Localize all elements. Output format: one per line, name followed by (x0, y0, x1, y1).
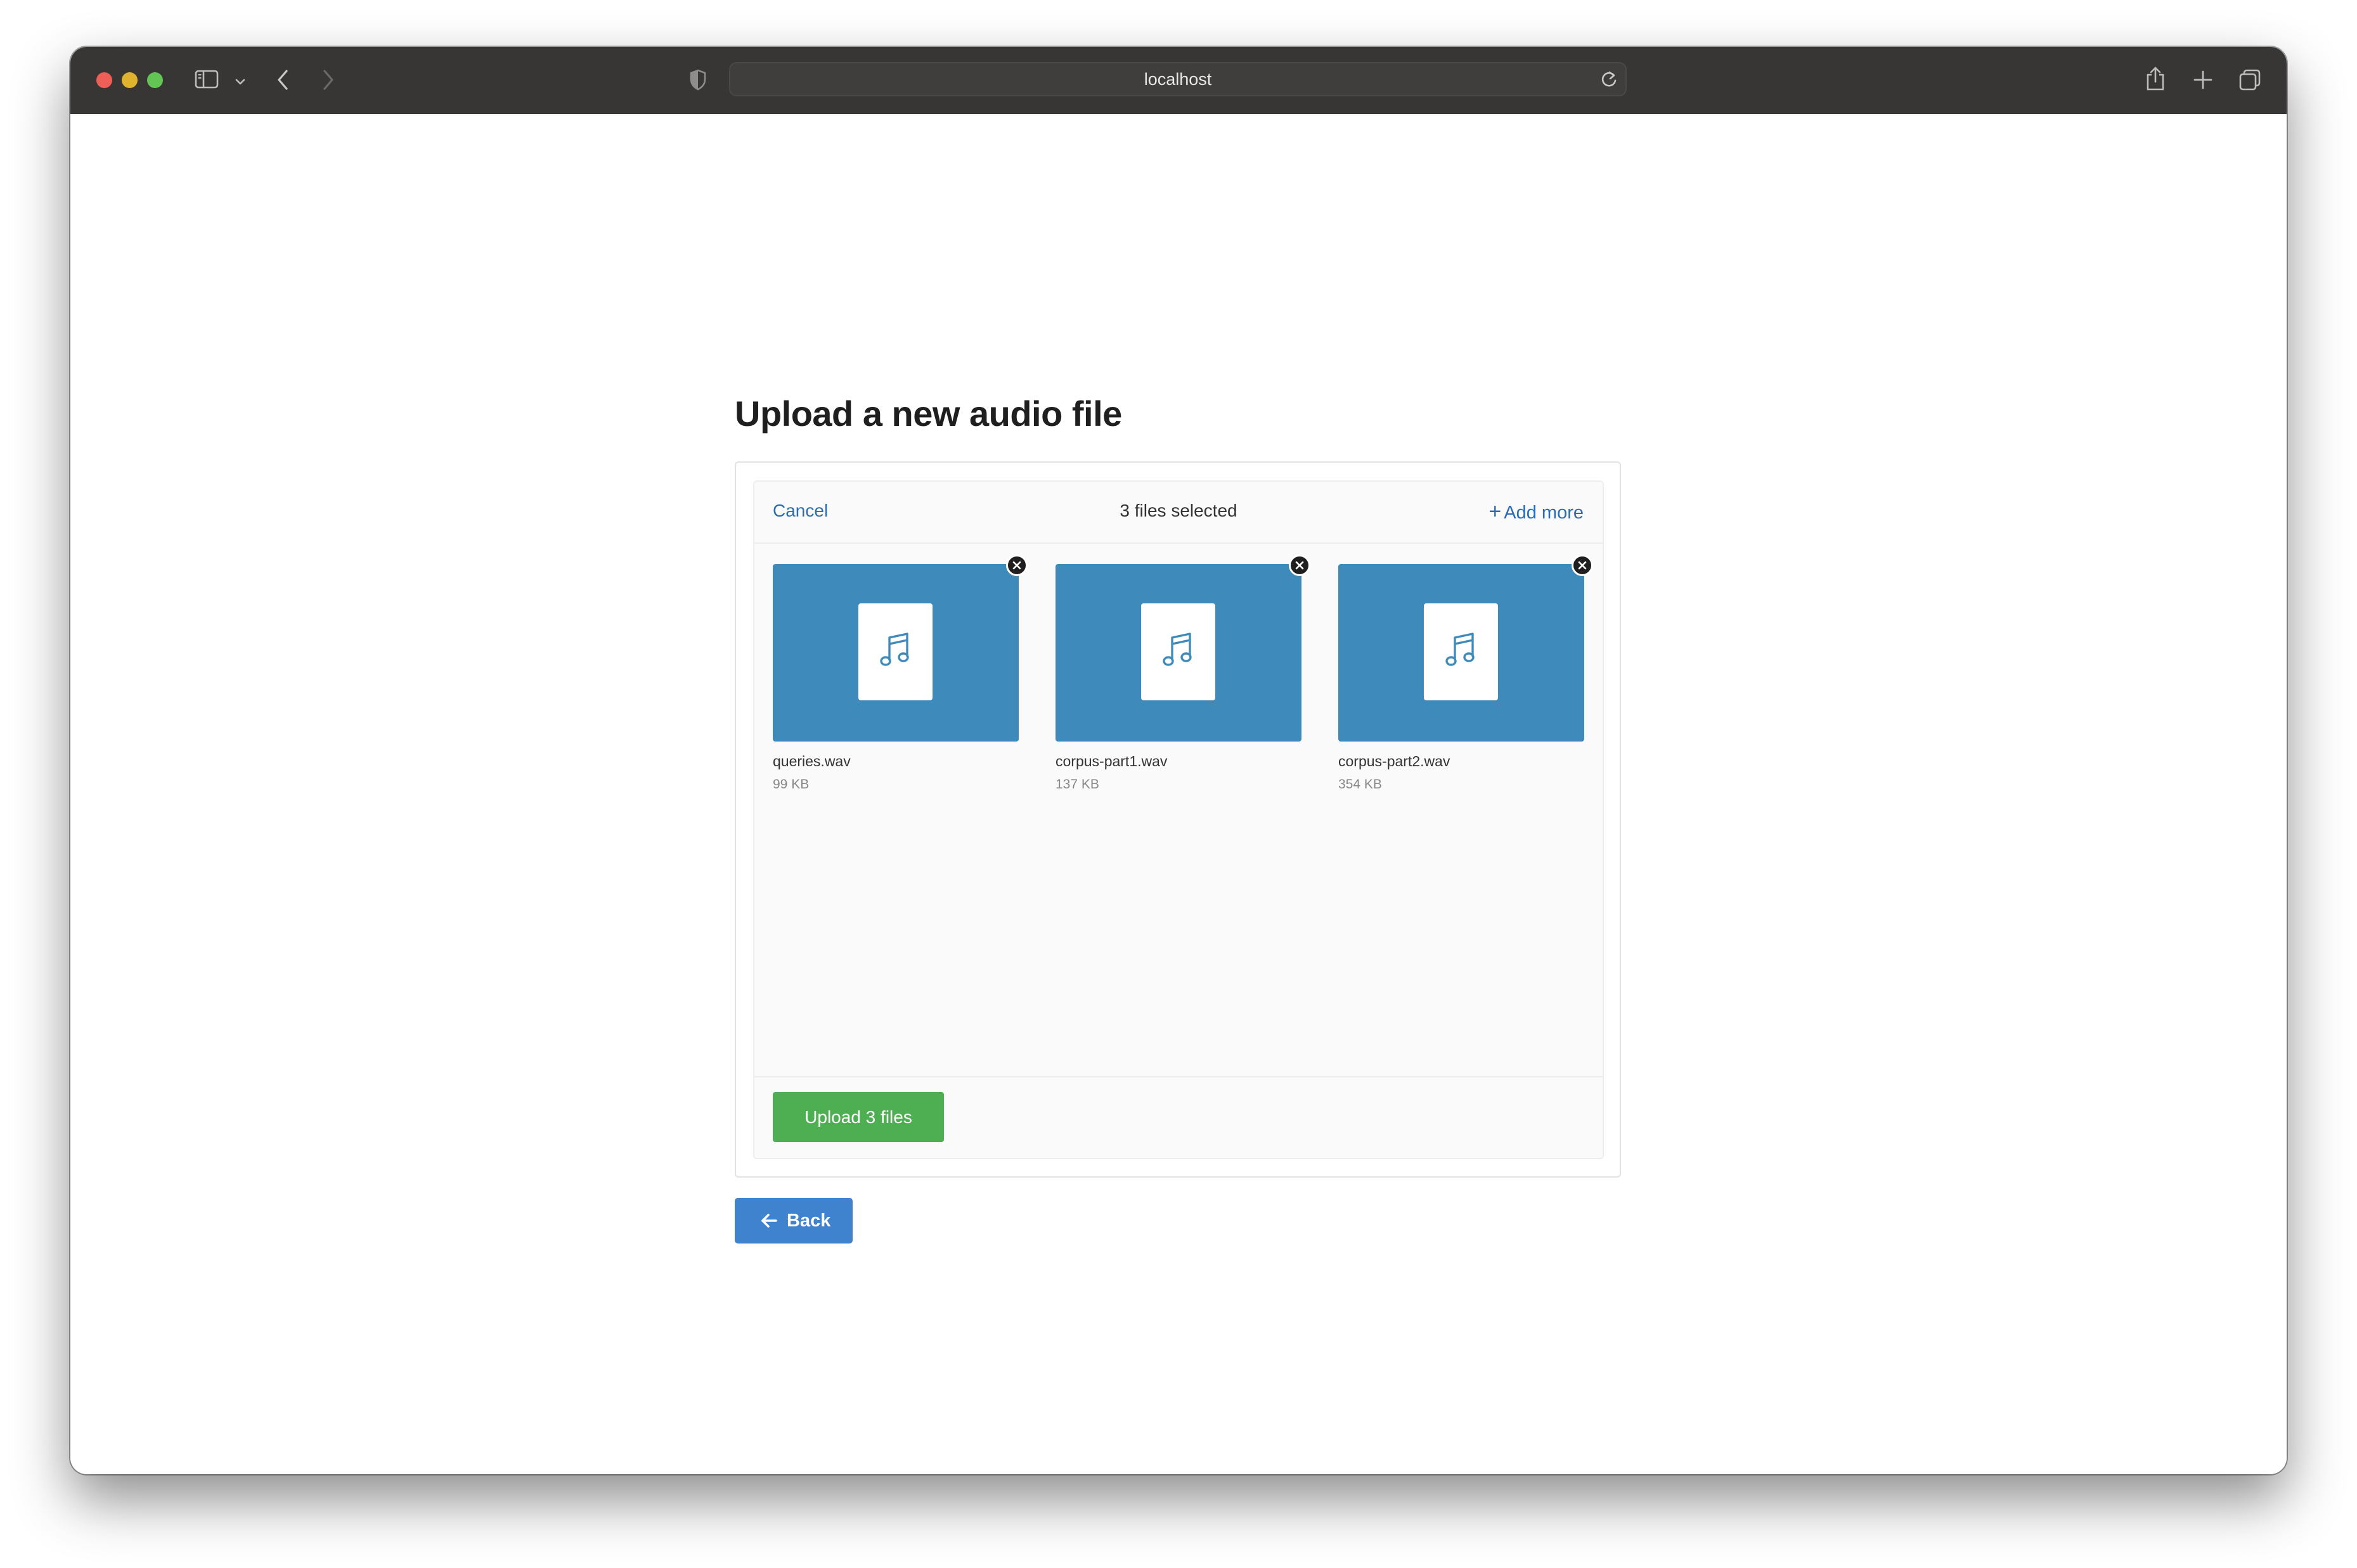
window-minimize-button[interactable] (122, 72, 138, 88)
window-zoom-button[interactable] (147, 72, 163, 88)
tab-overview-icon[interactable] (2238, 68, 2261, 94)
file-name: corpus-part1.wav (1056, 753, 1168, 769)
window-close-button[interactable] (96, 72, 112, 88)
address-bar[interactable]: localhost (729, 62, 1627, 96)
remove-file-button[interactable] (1006, 555, 1028, 576)
close-icon (1295, 561, 1304, 570)
file-thumbnail (773, 564, 1019, 742)
upload-files-button[interactable]: Upload 3 files (773, 1092, 944, 1142)
new-tab-icon[interactable] (2193, 70, 2213, 93)
music-note-icon (1163, 633, 1192, 666)
add-more-button[interactable]: + Add more (1488, 499, 1584, 524)
file-size: 354 KB (1338, 777, 1382, 792)
plus-icon: + (1488, 499, 1502, 524)
browser-toolbar: localhost (70, 47, 2287, 114)
close-icon (1012, 561, 1021, 570)
arrow-left-icon (761, 1214, 777, 1228)
selected-files-count: 3 files selected (1120, 501, 1237, 520)
uploader-footer: Upload 3 files (754, 1076, 1603, 1158)
chevron-down-icon[interactable] (235, 76, 245, 88)
file-size: 99 KB (773, 777, 810, 792)
sidebar-toggle-icon[interactable] (195, 70, 219, 91)
address-text: localhost (1144, 70, 1212, 89)
page-content: Upload a new audio file Cancel 3 files s… (70, 114, 2287, 1474)
privacy-shield-icon[interactable] (689, 69, 707, 93)
add-more-label: Add more (1504, 503, 1584, 523)
file-document-icon (1141, 603, 1215, 700)
uploader-header: Cancel 3 files selected + Add more (754, 482, 1603, 544)
forward-nav-icon[interactable] (321, 68, 335, 94)
back-button-label: Back (787, 1211, 831, 1231)
file-name: queries.wav (773, 753, 851, 769)
reload-icon[interactable] (1600, 70, 1618, 91)
page-title: Upload a new audio file (735, 394, 1122, 434)
file-document-icon (858, 603, 933, 700)
back-nav-icon[interactable] (276, 68, 290, 94)
file-thumbnail (1056, 564, 1301, 742)
close-icon (1578, 561, 1587, 570)
file-thumbnail (1338, 564, 1584, 742)
browser-window: localhost Upload a new audio file Cancel… (70, 47, 2287, 1474)
file-name: corpus-part2.wav (1338, 753, 1450, 769)
back-button[interactable]: Back (735, 1198, 853, 1243)
music-note-icon (880, 633, 909, 666)
file-size: 137 KB (1056, 777, 1099, 792)
music-note-icon (1445, 633, 1475, 666)
desktop: localhost Upload a new audio file Cancel… (0, 0, 2357, 1568)
remove-file-button[interactable] (1289, 555, 1310, 576)
remove-file-button[interactable] (1572, 555, 1593, 576)
share-icon[interactable] (2145, 66, 2166, 94)
file-document-icon (1424, 603, 1498, 700)
file-uploader: Cancel 3 files selected + Add more queri… (753, 480, 1604, 1159)
